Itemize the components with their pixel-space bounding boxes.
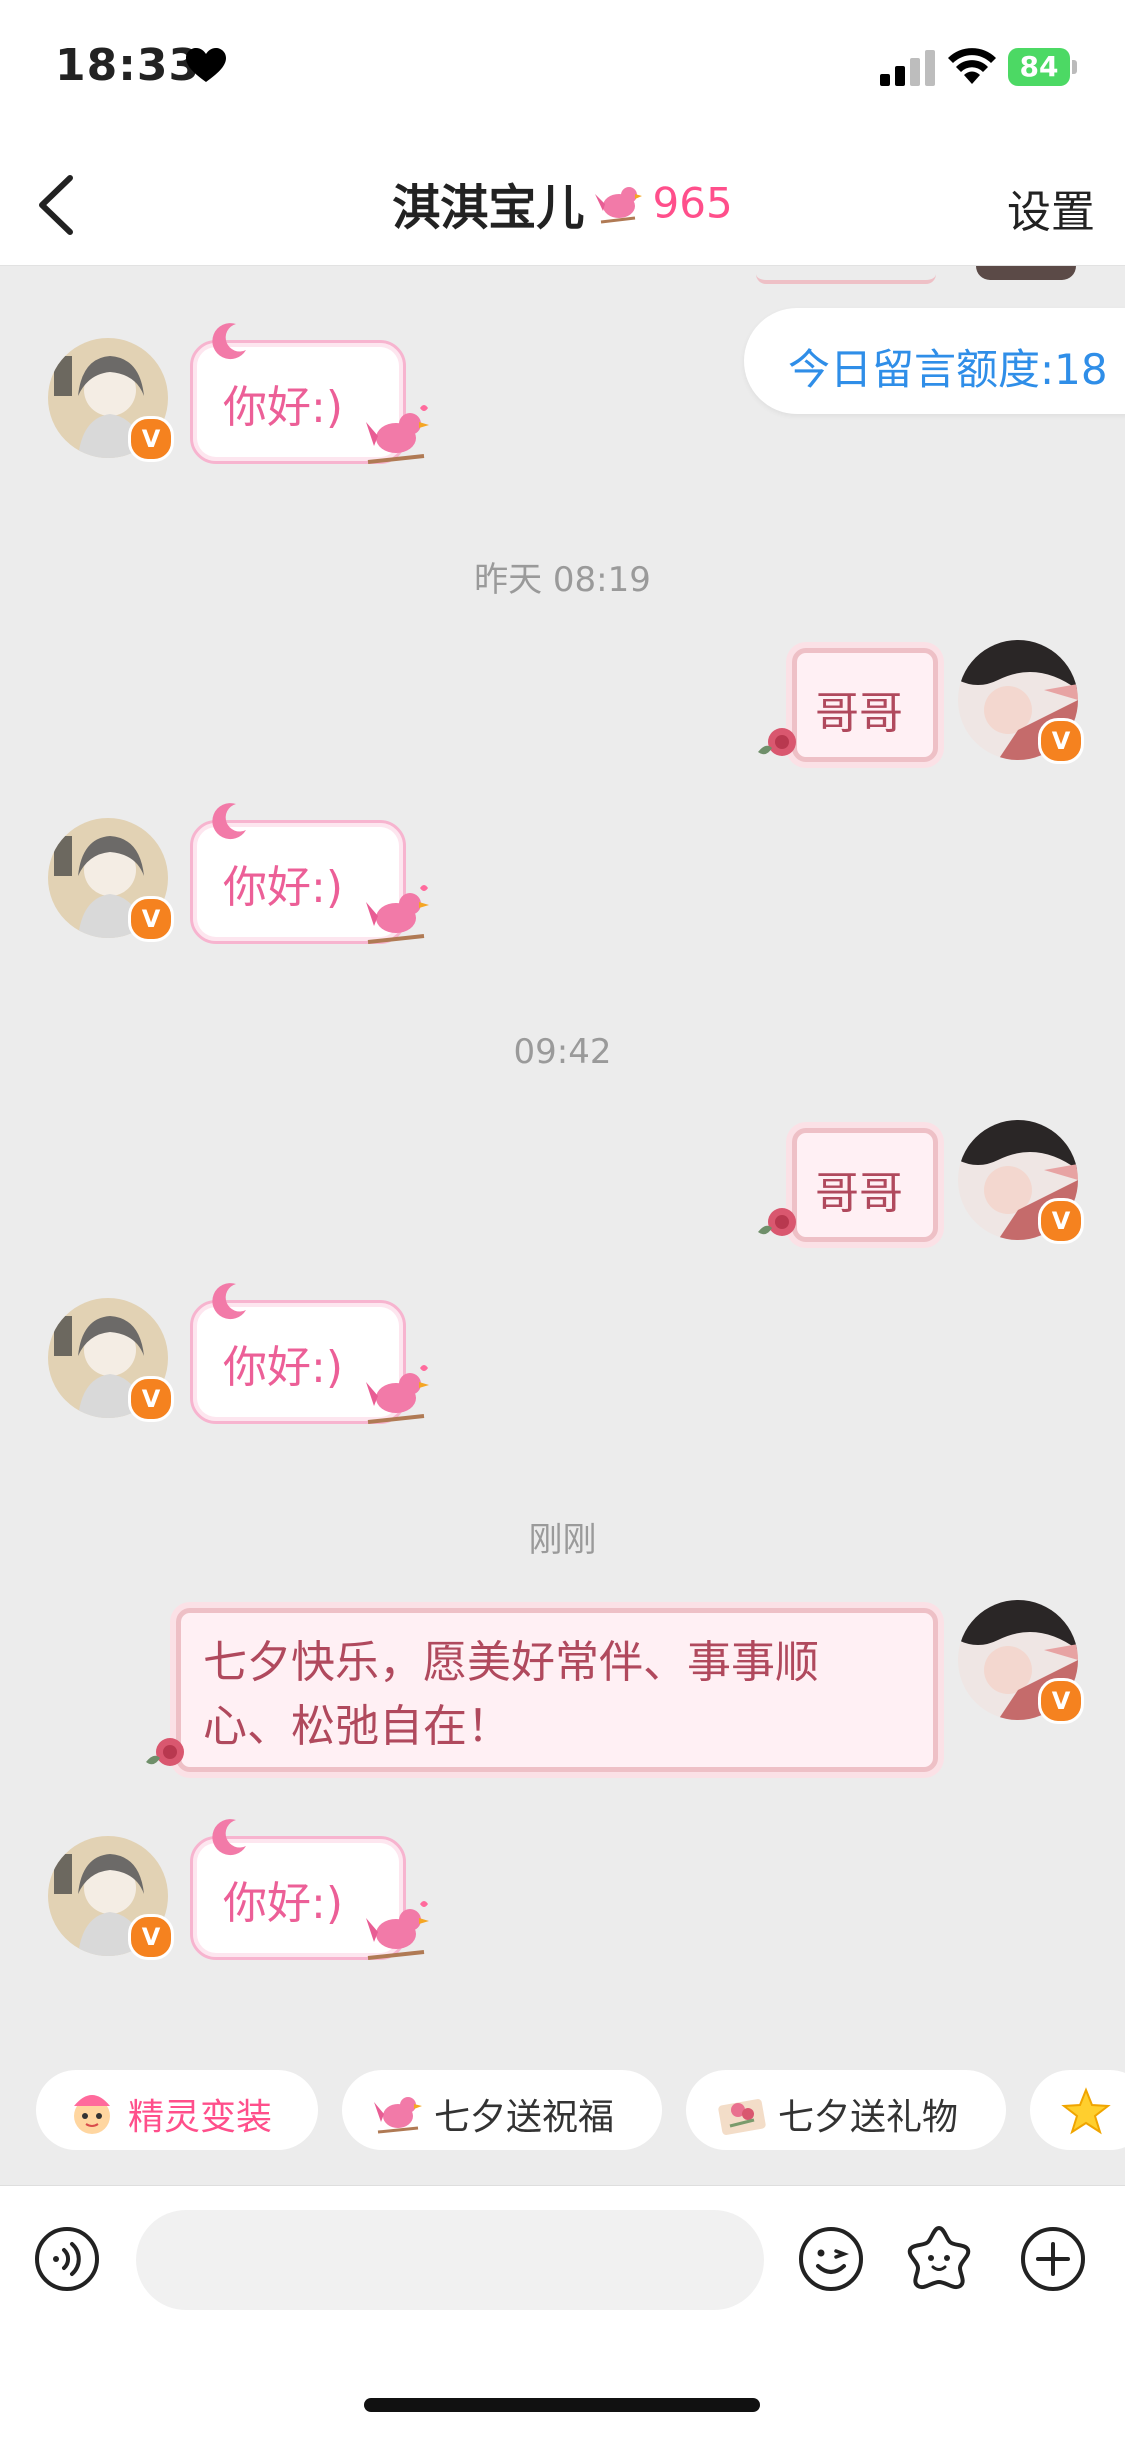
- sticker-icon[interactable]: [906, 2224, 972, 2290]
- quick-actions-bar: 精灵变装 七夕送祝福 七夕送礼物: [0, 2070, 1125, 2170]
- message-quota-pill: 今日留言额度:18: [744, 308, 1125, 414]
- message-text: 你好:): [223, 382, 343, 433]
- self-avatar[interactable]: V: [958, 1600, 1084, 1724]
- emoji-icon[interactable]: [798, 2226, 864, 2292]
- moon-icon: [212, 803, 246, 840]
- rose-icon: [758, 728, 796, 756]
- contact-avatar[interactable]: V: [48, 818, 174, 942]
- sprite-icon: [74, 2095, 110, 2134]
- verified-badge: V: [128, 1914, 174, 1960]
- message-text: 你好:): [223, 1878, 343, 1929]
- wifi-icon: [948, 48, 996, 84]
- battery-icon: 84: [1008, 48, 1078, 86]
- verified-badge: V: [1038, 718, 1084, 764]
- nav-title-group: 淇淇宝儿 965: [0, 168, 1125, 238]
- quick-action-label: 七夕送祝福: [434, 2097, 615, 2138]
- message-bubble-sent[interactable]: 七夕快乐，愿美好常伴、事事顺 心、松弛自在！: [176, 1608, 938, 1772]
- timestamp: 09:42: [513, 1032, 612, 1072]
- self-avatar[interactable]: V: [958, 1120, 1084, 1244]
- message-text: 七夕快乐，愿美好常伴、事事顺 心、松弛自在！: [203, 1631, 819, 1759]
- moon-icon: [212, 323, 246, 360]
- page-title: 淇淇宝儿: [392, 180, 585, 236]
- rose-icon: [758, 1208, 796, 1236]
- quick-action-label: 精灵变装: [128, 2097, 273, 2138]
- quick-action-more[interactable]: [1030, 2070, 1125, 2150]
- bird-icon: [366, 885, 429, 944]
- voice-icon[interactable]: [34, 2226, 100, 2292]
- bird-icon: [374, 2097, 422, 2134]
- input-bar: [0, 2185, 1125, 2437]
- rose-icon: [146, 1738, 184, 1766]
- moon-icon: [212, 1283, 246, 1320]
- bird-icon: [366, 1365, 429, 1424]
- verified-badge: V: [128, 1376, 174, 1422]
- nav-bar: 淇淇宝儿 965 设置: [0, 140, 1125, 266]
- signal-icon: [880, 50, 935, 86]
- battery-level: 84: [1008, 48, 1070, 86]
- timestamp: 刚刚: [528, 1520, 597, 1560]
- status-time: 18:33: [55, 40, 201, 91]
- bird-icon: [366, 405, 429, 464]
- contact-avatar[interactable]: V: [48, 1298, 174, 1422]
- intimacy-count: 965: [652, 178, 733, 228]
- status-bar: 18:33 84: [0, 0, 1125, 140]
- moon-icon: [212, 1819, 246, 1856]
- timestamp: 昨天 08:19: [474, 560, 651, 600]
- contact-avatar[interactable]: V: [48, 1836, 174, 1960]
- add-icon[interactable]: [1020, 2226, 1086, 2292]
- previous-message-fragment: [756, 266, 936, 284]
- message-text: 哥哥: [815, 688, 903, 739]
- verified-badge: V: [1038, 1198, 1084, 1244]
- quick-action-gift[interactable]: 七夕送礼物: [686, 2070, 1006, 2150]
- bird-icon: [366, 1901, 429, 1960]
- message-text: 哥哥: [815, 1168, 903, 1219]
- quick-action-label: 七夕送礼物: [778, 2097, 959, 2138]
- message-bubble-sent[interactable]: 哥哥: [792, 648, 938, 762]
- previous-avatar-fragment: [976, 266, 1076, 280]
- star-icon: [1061, 2087, 1111, 2135]
- home-indicator: [364, 2398, 760, 2412]
- self-avatar[interactable]: V: [958, 640, 1084, 764]
- message-bubble-sent[interactable]: 哥哥: [792, 1128, 938, 1242]
- contact-avatar[interactable]: V: [48, 338, 174, 462]
- verified-badge: V: [1038, 1678, 1084, 1724]
- message-quota-text: 今日留言额度:18: [788, 345, 1108, 394]
- message-text-line: 心、松弛自在！: [203, 1701, 511, 1752]
- bird-icon: [595, 187, 643, 224]
- message-input[interactable]: [136, 2210, 764, 2310]
- heart-icon: [186, 48, 226, 82]
- quick-action-sprite-dressup[interactable]: 精灵变装: [36, 2070, 318, 2150]
- quick-action-blessing[interactable]: 七夕送祝福: [342, 2070, 662, 2150]
- verified-badge: V: [128, 896, 174, 942]
- verified-badge: V: [128, 416, 174, 462]
- settings-button[interactable]: 设置: [1007, 176, 1095, 240]
- message-text: 你好:): [223, 862, 343, 913]
- gift-icon: [718, 2099, 766, 2135]
- message-text: 你好:): [223, 1342, 343, 1393]
- message-text-line: 七夕快乐，愿美好常伴、事事顺: [203, 1637, 819, 1688]
